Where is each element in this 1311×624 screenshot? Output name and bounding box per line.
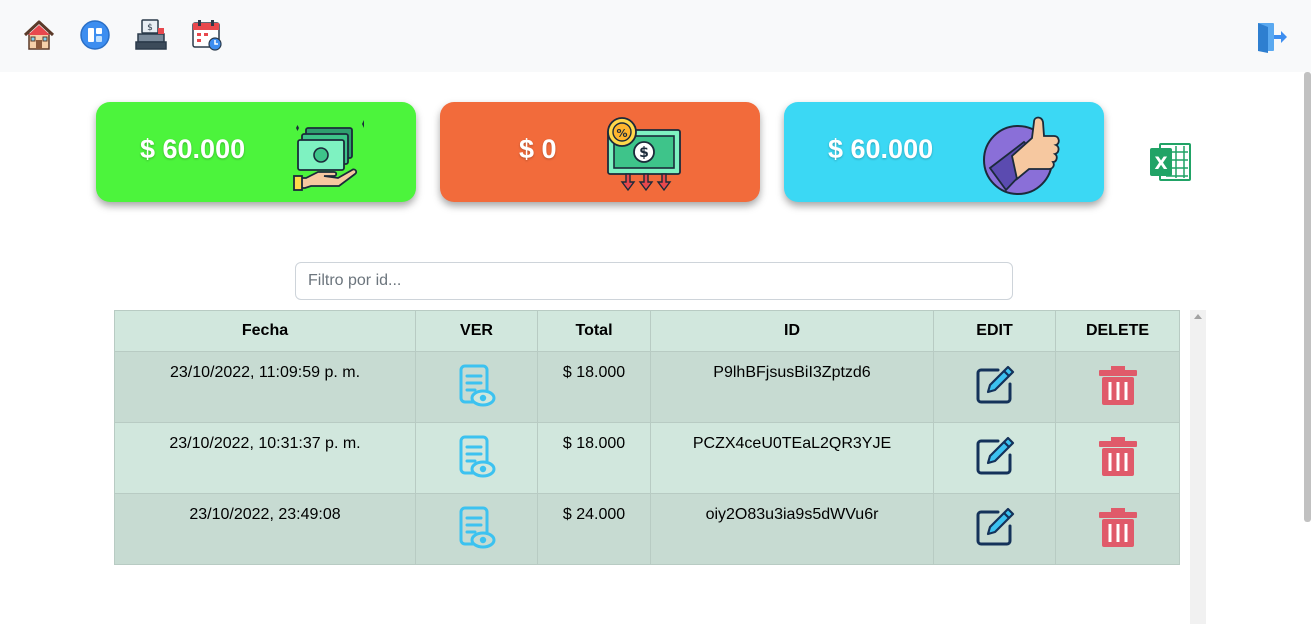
table-row: 23/10/2022, 23:49:08 $ 24.000 oiy2O83u3i… xyxy=(114,493,1180,565)
cell-edit xyxy=(933,493,1056,565)
svg-text:%: % xyxy=(616,127,627,140)
edit-icon[interactable] xyxy=(974,364,1016,406)
header-delete: DELETE xyxy=(1055,310,1180,352)
cell-delete xyxy=(1055,351,1180,423)
home-icon[interactable] xyxy=(22,18,56,52)
money-in-hand-icon xyxy=(293,120,364,191)
view-document-icon[interactable] xyxy=(457,364,497,408)
cell-fecha: 23/10/2022, 10:31:37 p. m. xyxy=(114,422,416,494)
svg-text:$: $ xyxy=(147,23,153,33)
money-out-icon: $ % xyxy=(607,117,681,192)
dashboard-icon[interactable] xyxy=(78,18,112,52)
table-scrollbar[interactable] xyxy=(1190,310,1206,624)
balance-card: $ 60.000 xyxy=(784,102,1104,202)
table-row: 23/10/2022, 10:31:37 p. m. $ 18.000 PCZX… xyxy=(114,422,1180,494)
cash-register-icon[interactable]: $ xyxy=(134,18,168,52)
page-scrollbar-thumb[interactable] xyxy=(1304,72,1311,522)
cell-total: $ 18.000 xyxy=(537,351,651,423)
expense-card: $ 0 $ % xyxy=(440,102,760,202)
table-header-row: Fecha VER Total ID EDIT DELETE xyxy=(114,310,1180,352)
balance-amount: $ 60.000 xyxy=(828,134,934,164)
svg-text:X: X xyxy=(1154,154,1167,174)
excel-icon[interactable]: X xyxy=(1148,142,1192,182)
income-amount: $ 60.000 xyxy=(140,134,246,164)
header-ver: VER xyxy=(415,310,538,352)
cell-total: $ 18.000 xyxy=(537,422,651,494)
view-document-icon[interactable] xyxy=(457,506,497,550)
header-total: Total xyxy=(537,310,651,352)
edit-icon[interactable] xyxy=(974,506,1016,548)
trash-icon[interactable] xyxy=(1097,506,1139,548)
cell-id: PCZX4ceU0TEaL2QR3YJE xyxy=(650,422,934,494)
income-card: $ 60.000 xyxy=(96,102,416,202)
cell-ver xyxy=(415,422,538,494)
svg-text:$: $ xyxy=(639,145,649,161)
trash-icon[interactable] xyxy=(1097,435,1139,477)
header-id: ID xyxy=(650,310,934,352)
scroll-up-arrow-icon[interactable] xyxy=(1194,314,1202,319)
cell-id: P9lhBFjsusBiI3Zptzd6 xyxy=(650,351,934,423)
cell-id: oiy2O83u3ia9s5dWVu6r xyxy=(650,493,934,565)
logout-icon[interactable] xyxy=(1254,19,1290,55)
expense-amount: $ 0 xyxy=(519,134,557,164)
trash-icon[interactable] xyxy=(1097,364,1139,406)
calendar-icon[interactable] xyxy=(190,18,224,52)
cell-edit xyxy=(933,422,1056,494)
edit-icon[interactable] xyxy=(974,435,1016,477)
search-input[interactable] xyxy=(295,262,1013,300)
cell-fecha: 23/10/2022, 11:09:59 p. m. xyxy=(114,351,416,423)
sales-table: Fecha VER Total ID EDIT DELETE 23/10/202… xyxy=(114,310,1180,565)
cell-ver xyxy=(415,493,538,565)
cell-total: $ 24.000 xyxy=(537,493,651,565)
cell-delete xyxy=(1055,422,1180,494)
header-edit: EDIT xyxy=(933,310,1056,352)
header-fecha: Fecha xyxy=(114,310,416,352)
view-document-icon[interactable] xyxy=(457,435,497,479)
cell-edit xyxy=(933,351,1056,423)
thumbs-up-icon xyxy=(983,116,1060,195)
table-row: 23/10/2022, 11:09:59 p. m. $ 18.000 P9lh… xyxy=(114,351,1180,423)
top-navbar: $ xyxy=(0,0,1311,72)
cell-ver xyxy=(415,351,538,423)
cell-fecha: 23/10/2022, 23:49:08 xyxy=(114,493,416,565)
cell-delete xyxy=(1055,493,1180,565)
